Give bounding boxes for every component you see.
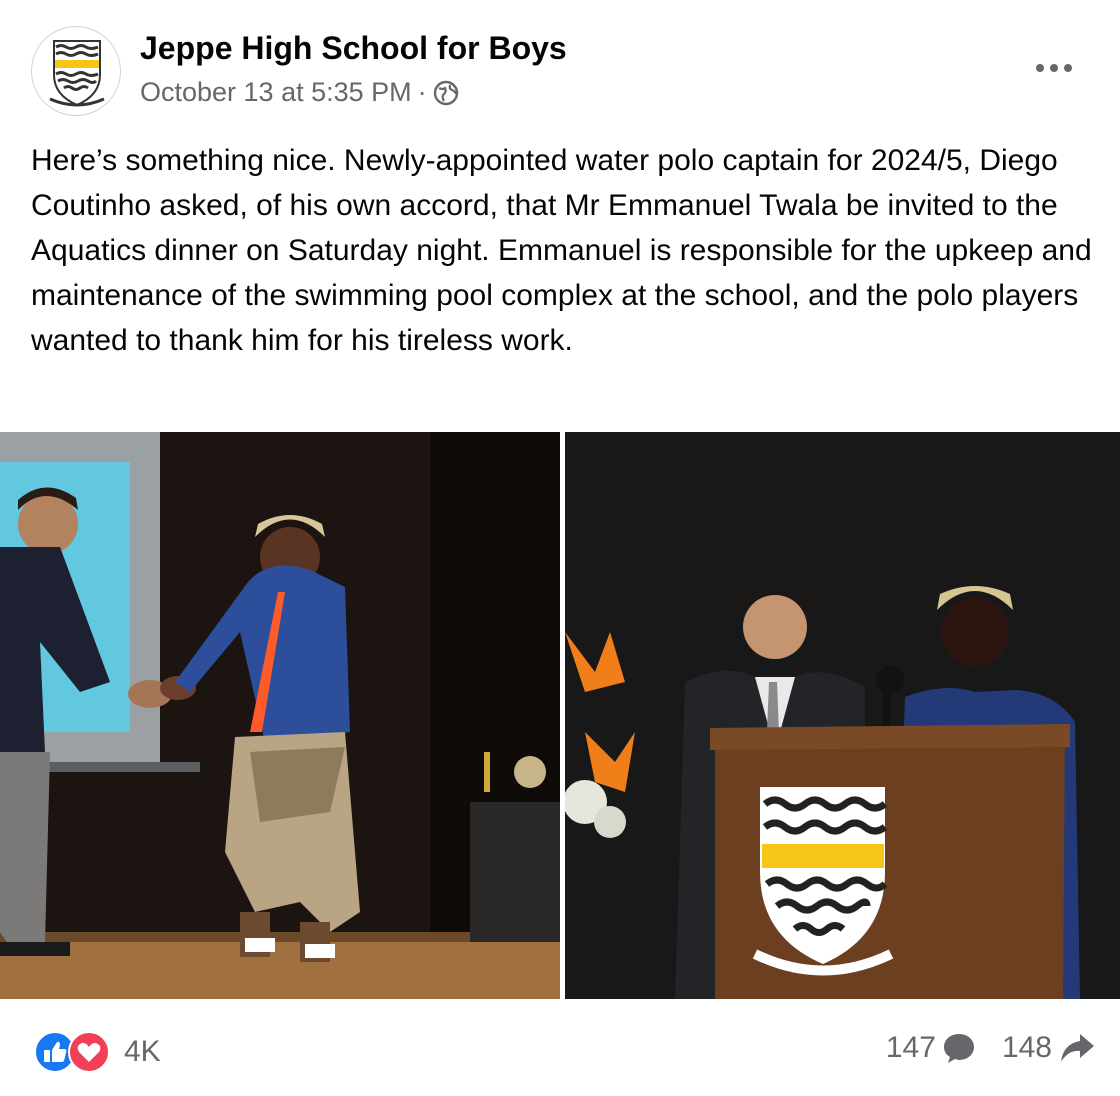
podium-photo-image — [565, 432, 1120, 999]
comment-count[interactable]: 147 — [886, 1031, 936, 1065]
share-count[interactable]: 148 — [1002, 1031, 1052, 1065]
post-timestamp[interactable]: October 13 at 5:35 PM — [140, 77, 412, 108]
post-footer: 4K 147 148 — [0, 1005, 1120, 1096]
more-options-icon[interactable] — [1030, 55, 1078, 81]
page-avatar[interactable] — [31, 26, 121, 116]
reaction-summary[interactable]: 4K — [34, 1031, 161, 1073]
photo-grid — [0, 432, 1120, 1000]
share-icon[interactable] — [1058, 1031, 1096, 1065]
photo-handshake[interactable] — [0, 432, 560, 999]
post-header: Jeppe High School for Boys October 13 at… — [0, 0, 1120, 130]
love-icon — [68, 1031, 110, 1073]
post-text: Here’s something nice. Newly-appointed w… — [31, 144, 1092, 357]
photo-podium[interactable] — [565, 432, 1120, 999]
globe-icon — [433, 80, 458, 105]
page-name-link[interactable]: Jeppe High School for Boys — [140, 30, 567, 67]
reaction-count: 4K — [124, 1035, 161, 1068]
post-meta: October 13 at 5:35 PM · — [140, 77, 459, 108]
comment-icon[interactable] — [942, 1031, 976, 1065]
school-crest-logo — [49, 40, 105, 107]
handshake-photo-image — [0, 432, 560, 999]
engagement-counts: 147 148 — [886, 1031, 1096, 1065]
meta-separator: · — [417, 77, 427, 107]
